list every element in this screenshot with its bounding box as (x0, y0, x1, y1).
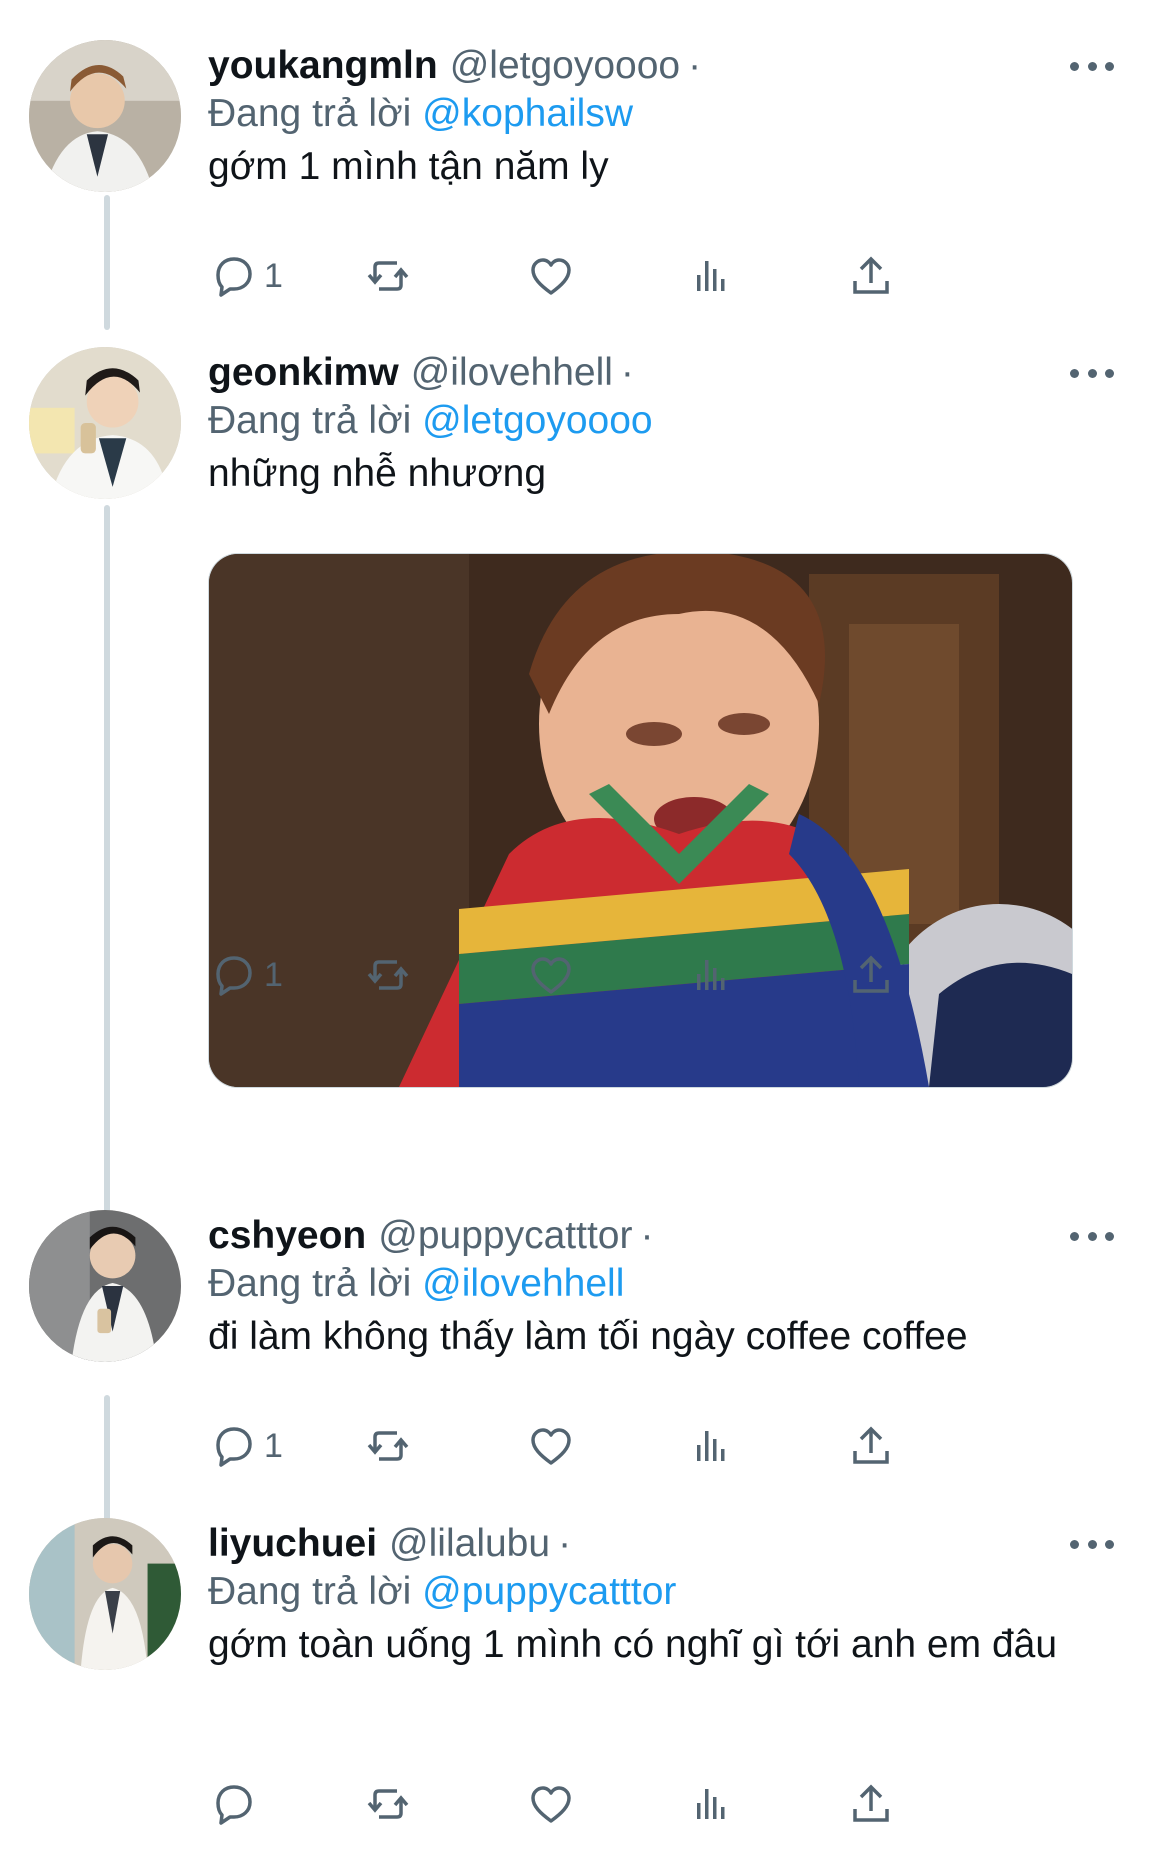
views-icon (697, 1789, 725, 1819)
heart-icon (531, 1428, 571, 1465)
reply-count: 1 (264, 256, 283, 295)
reply-button[interactable] (208, 1776, 264, 1832)
replying-to: Đang trả lời @ilovehhell (208, 1262, 624, 1306)
retweet-button[interactable] (363, 947, 413, 1003)
retweet-icon (367, 261, 409, 291)
replying-to: Đang trả lời @kophailsw (208, 92, 633, 136)
tweet-text: gớm 1 mình tận năm ly (208, 145, 609, 188)
more-icon[interactable] (1070, 355, 1114, 391)
retweet-icon (367, 1789, 409, 1819)
action-bar (208, 1776, 1088, 1832)
tweet-media-image[interactable] (208, 553, 1073, 1088)
avatar-image (29, 347, 181, 499)
views-icon (697, 960, 725, 990)
display-name[interactable]: liyuchuei (208, 1522, 377, 1566)
retweet-icon (367, 1431, 409, 1461)
user-handle[interactable]: @letgoyoooo (450, 44, 680, 88)
retweet-icon (367, 960, 409, 990)
replying-to: Đang trả lời @letgoyoooo (208, 399, 653, 443)
reply-icon (216, 1427, 252, 1467)
user-handle[interactable]: @lilalubu (389, 1522, 550, 1566)
display-name[interactable]: cshyeon (208, 1214, 366, 1258)
replying-to-link[interactable]: @letgoyoooo (422, 399, 652, 442)
separator-dot: · (620, 351, 634, 394)
avatar-image (29, 1518, 181, 1670)
tweet-text: đi làm không thấy làm tối ngày coffee co… (208, 1315, 968, 1358)
views-button[interactable] (686, 248, 736, 304)
avatar[interactable] (29, 1518, 181, 1670)
meme-photo (209, 554, 1072, 1087)
heart-icon (531, 957, 571, 994)
replying-to-link[interactable]: @puppycatttor (422, 1570, 676, 1613)
user-handle[interactable]: @puppycatttor (378, 1214, 632, 1258)
avatar-image (29, 40, 181, 192)
tweet-header: youkangmln @letgoyoooo · (208, 40, 701, 92)
reply-button[interactable]: 1 (208, 947, 283, 1003)
replying-to-label: Đang trả lời (208, 1570, 412, 1613)
reply-button[interactable]: 1 (208, 1418, 283, 1474)
share-button[interactable] (846, 248, 896, 304)
tweet-header: cshyeon @puppycatttor · (208, 1210, 653, 1262)
tweet[interactable]: geonkimw @ilovehhell · Đang trả lời @let… (0, 347, 1170, 1217)
share-button[interactable] (846, 1418, 896, 1474)
views-button[interactable] (686, 1418, 736, 1474)
more-icon[interactable] (1070, 48, 1114, 84)
avatar[interactable] (29, 347, 181, 499)
action-bar: 1 (208, 947, 1088, 1003)
reply-icon (216, 956, 252, 996)
separator-dot: · (558, 1522, 572, 1565)
user-handle[interactable]: @ilovehhell (411, 351, 613, 395)
tweet[interactable]: youkangmln @letgoyoooo · Đang trả lời @k… (0, 40, 1170, 310)
action-bar: 1 (208, 1418, 1088, 1474)
display-name[interactable]: youkangmln (208, 44, 438, 88)
views-icon (697, 261, 725, 291)
share-button[interactable] (846, 1776, 896, 1832)
avatar-image (29, 1210, 181, 1362)
avatar[interactable] (29, 1210, 181, 1362)
tweet[interactable]: cshyeon @puppycatttor · Đang trả lời @il… (0, 1210, 1170, 1480)
replying-to: Đang trả lời @puppycatttor (208, 1570, 676, 1614)
share-icon (853, 1426, 889, 1464)
replying-to-label: Đang trả lời (208, 92, 412, 135)
reply-button[interactable]: 1 (208, 248, 283, 304)
reply-icon (216, 1785, 252, 1825)
tweet-header: liyuchuei @lilalubu · (208, 1518, 571, 1570)
reply-count: 1 (264, 955, 283, 994)
reply-icon (216, 257, 252, 297)
replying-to-link[interactable]: @ilovehhell (422, 1262, 624, 1305)
share-icon (853, 256, 889, 294)
avatar[interactable] (29, 40, 181, 192)
retweet-button[interactable] (363, 1776, 413, 1832)
share-icon (853, 955, 889, 993)
heart-icon (531, 1786, 571, 1823)
retweet-button[interactable] (363, 248, 413, 304)
action-bar: 1 (208, 248, 1088, 304)
share-button[interactable] (846, 947, 896, 1003)
views-button[interactable] (686, 1776, 736, 1832)
like-button[interactable] (526, 1418, 576, 1474)
separator-dot: · (640, 1214, 654, 1257)
views-icon (697, 1431, 725, 1461)
share-icon (853, 1784, 889, 1822)
like-button[interactable] (526, 248, 576, 304)
more-icon[interactable] (1070, 1218, 1114, 1254)
tweet-text: những nhễ nhương (208, 452, 547, 495)
reply-count: 1 (264, 1426, 283, 1465)
replying-to-link[interactable]: @kophailsw (422, 92, 633, 135)
display-name[interactable]: geonkimw (208, 351, 399, 395)
views-button[interactable] (686, 947, 736, 1003)
retweet-button[interactable] (363, 1418, 413, 1474)
heart-icon (531, 258, 571, 295)
replying-to-label: Đang trả lời (208, 1262, 412, 1305)
more-icon[interactable] (1070, 1526, 1114, 1562)
like-button[interactable] (526, 1776, 576, 1832)
tweet[interactable]: liyuchuei @lilalubu · Đang trả lời @pupp… (0, 1518, 1170, 1860)
like-button[interactable] (526, 947, 576, 1003)
replying-to-label: Đang trả lời (208, 399, 412, 442)
tweet-header: geonkimw @ilovehhell · (208, 347, 634, 399)
separator-dot: · (688, 44, 702, 87)
tweet-text: gớm toàn uống 1 mình có nghĩ gì tới anh … (208, 1623, 1058, 1666)
